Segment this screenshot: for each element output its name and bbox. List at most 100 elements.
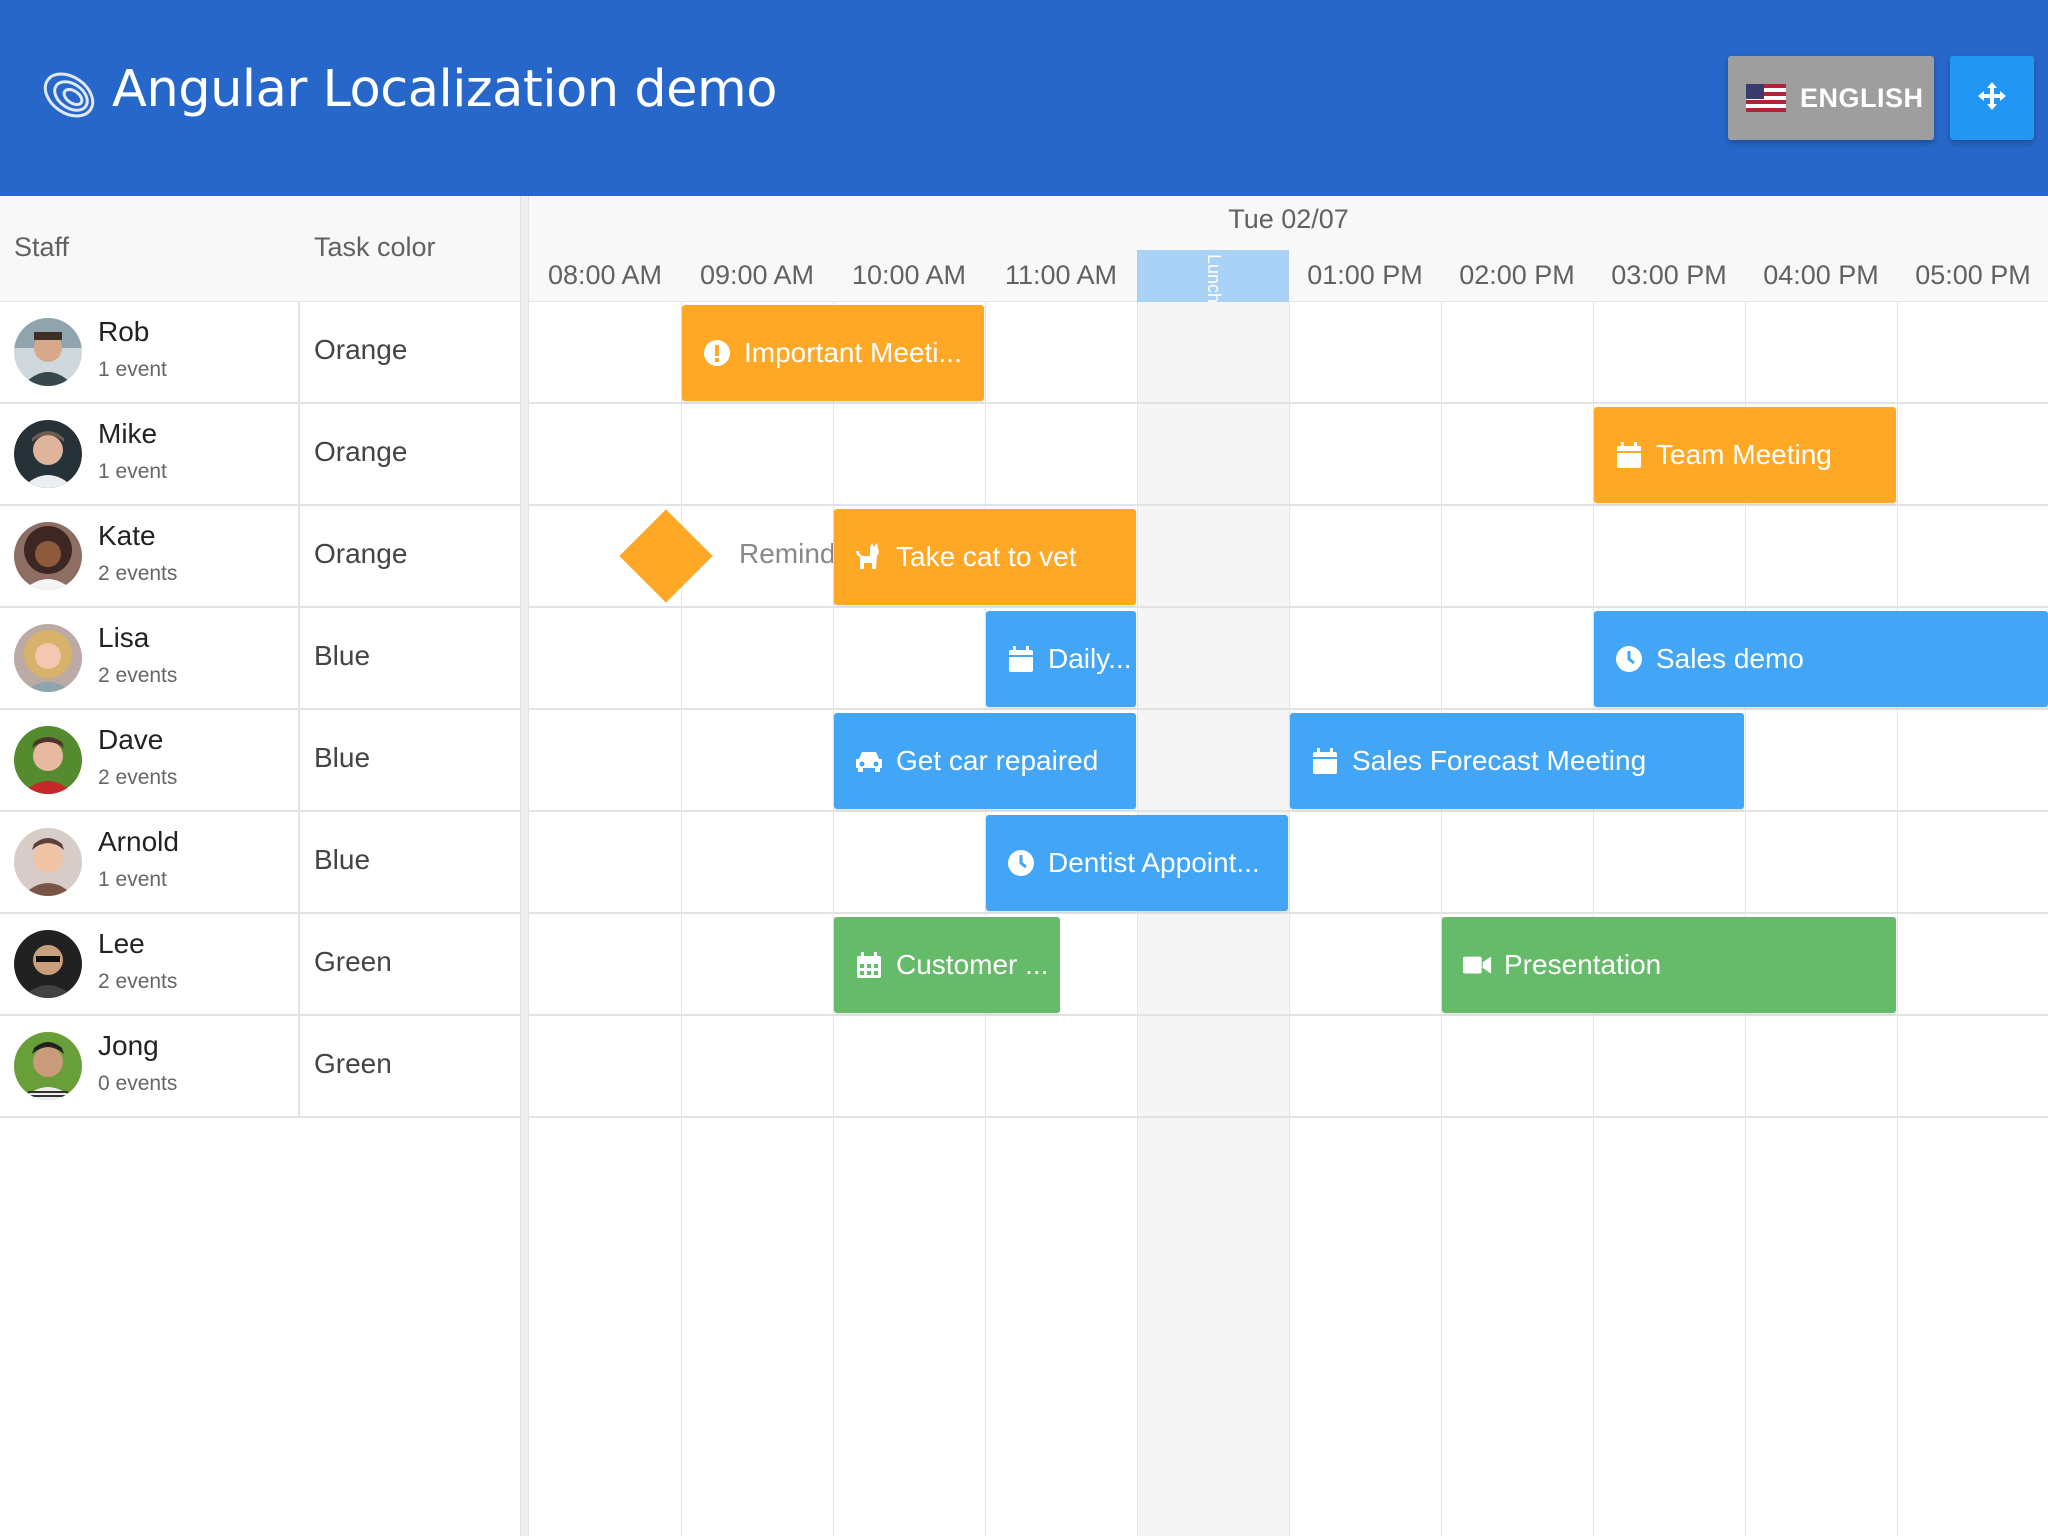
staff-name: Dave — [98, 724, 164, 755]
avatar — [14, 828, 82, 896]
hour-label: 04:00 PM — [1763, 260, 1879, 290]
column-header-task-color[interactable]: Task color — [314, 232, 436, 263]
language-button[interactable]: ENGLISH — [1728, 56, 1934, 140]
staff-name: Lee — [98, 928, 145, 959]
event-label: Daily... — [1048, 643, 1132, 674]
milestone-diamond-icon[interactable] — [619, 509, 713, 603]
hour-label: 03:00 PM — [1611, 260, 1727, 290]
staff-row-jong[interactable]: Jong 0 events Green — [0, 1016, 520, 1118]
event-count: 1 event — [98, 358, 167, 381]
grid-header: Staff Task color — [0, 196, 520, 302]
move-button[interactable] — [1950, 56, 2034, 140]
event-dentist-appointment[interactable]: Dentist Appoint... — [986, 815, 1288, 911]
staff-name: Rob — [98, 316, 150, 347]
event-count: 2 events — [98, 664, 178, 687]
calendar-icon — [1006, 644, 1036, 674]
hour-label: 08:00 AM — [547, 260, 663, 290]
hour-label: 05:00 PM — [1915, 260, 2031, 290]
column-header-staff[interactable]: Staff — [14, 232, 69, 263]
grid-splitter[interactable] — [520, 196, 529, 1536]
staff-row-arnold[interactable]: Arnold 1 event Blue — [0, 812, 520, 914]
timeline-header: Tue 02/07 Lunch 08:00 AM 09:00 AM 10:00 … — [529, 196, 2048, 304]
event-important-meeting[interactable]: Important Meeti... — [682, 305, 984, 401]
staff-row-lee[interactable]: Lee 2 events Green — [0, 914, 520, 1016]
task-color-cell: Orange — [314, 334, 408, 365]
avatar — [14, 420, 82, 488]
lunch-break-column — [1137, 302, 1289, 1536]
staff-name: Lisa — [98, 622, 150, 653]
event-label: Customer ... — [896, 949, 1049, 980]
row-line — [529, 708, 2048, 710]
staff-row-dave[interactable]: Dave 2 events Blue — [0, 710, 520, 812]
calendar-grid-icon — [854, 950, 884, 980]
event-sales-demo[interactable]: Sales demo — [1594, 611, 2048, 707]
staff-row-mike[interactable]: Mike 1 event Orange — [0, 404, 520, 506]
staff-row-kate[interactable]: Kate 2 events Orange — [0, 506, 520, 608]
event-get-car-repaired[interactable]: Get car repaired — [834, 713, 1136, 809]
row-line — [529, 912, 2048, 914]
event-take-cat-to-vet[interactable]: Take cat to vet — [834, 509, 1136, 605]
hour-label: 02:00 PM — [1459, 260, 1575, 290]
row-line — [529, 810, 2048, 812]
scheduler-timeline: Tue 02/07 Lunch 08:00 AM 09:00 AM 10:00 … — [529, 196, 2048, 1536]
row-line — [529, 402, 2048, 404]
event-label: Sales Forecast Meeting — [1352, 745, 1647, 776]
task-color-cell: Blue — [314, 844, 371, 875]
avatar — [14, 930, 82, 998]
event-sales-forecast-meeting[interactable]: Sales Forecast Meeting — [1290, 713, 1744, 809]
event-count: 2 events — [98, 562, 178, 585]
event-label: Dentist Appoint... — [1048, 847, 1260, 878]
event-daily[interactable]: Daily... — [986, 611, 1136, 707]
event-count: 0 events — [98, 1072, 178, 1095]
clock-icon — [1006, 848, 1036, 878]
row-line — [529, 1014, 2048, 1016]
app-title: Angular Localization demo — [112, 60, 777, 119]
resource-grid: Staff Task color Rob 1 event Orange Mike… — [0, 196, 520, 1536]
language-label: ENGLISH — [1800, 82, 1924, 113]
staff-name: Mike — [98, 418, 158, 449]
staff-name: Arnold — [98, 826, 179, 857]
event-team-meeting[interactable]: Team Meeting — [1594, 407, 1896, 503]
event-count: 2 events — [98, 970, 178, 993]
task-color-cell: Orange — [314, 538, 408, 569]
event-label: Presentation — [1504, 949, 1662, 980]
avatar — [14, 1032, 82, 1100]
car-icon — [854, 746, 884, 776]
cat-icon — [854, 542, 884, 572]
event-count: 2 events — [98, 766, 178, 789]
row-line — [529, 606, 2048, 608]
arrows-move-icon — [1977, 81, 2007, 116]
lunch-header: Lunch — [1137, 250, 1289, 304]
app-header: Angular Localization demo ENGLISH — [0, 0, 2048, 196]
row-line — [529, 504, 2048, 506]
staff-row-lisa[interactable]: Lisa 2 events Blue — [0, 608, 520, 710]
avatar — [14, 726, 82, 794]
lunch-label: Lunch — [1204, 254, 1224, 304]
grid-line — [1137, 302, 1138, 1536]
day-label: Tue 02/07 — [1228, 204, 1349, 234]
staff-row-rob[interactable]: Rob 1 event Orange — [0, 302, 520, 404]
staff-name: Jong — [98, 1030, 159, 1061]
logo-icon — [40, 66, 98, 124]
event-customer[interactable]: Customer ... — [834, 917, 1060, 1013]
event-label: Take cat to vet — [896, 541, 1077, 572]
event-label: Sales demo — [1656, 643, 1804, 674]
event-count: 1 event — [98, 868, 167, 891]
event-presentation[interactable]: Presentation — [1442, 917, 1896, 1013]
milestone-label: Remind — [739, 538, 833, 569]
avatar — [14, 522, 82, 590]
staff-name: Kate — [98, 520, 156, 551]
hour-label: 10:00 AM — [851, 260, 967, 290]
grid-line — [681, 302, 682, 1536]
avatar — [14, 318, 82, 386]
event-count: 1 event — [98, 460, 167, 483]
hour-label: 09:00 AM — [699, 260, 815, 290]
calendar-icon — [1614, 440, 1644, 470]
us-flag-icon — [1746, 84, 1786, 112]
task-color-cell: Blue — [314, 640, 371, 671]
exclamation-circle-icon — [702, 338, 732, 368]
event-label: Get car repaired — [896, 745, 1099, 776]
event-label: Team Meeting — [1656, 439, 1832, 470]
hour-label: 01:00 PM — [1307, 260, 1423, 290]
event-label: Important Meeti... — [744, 337, 962, 368]
